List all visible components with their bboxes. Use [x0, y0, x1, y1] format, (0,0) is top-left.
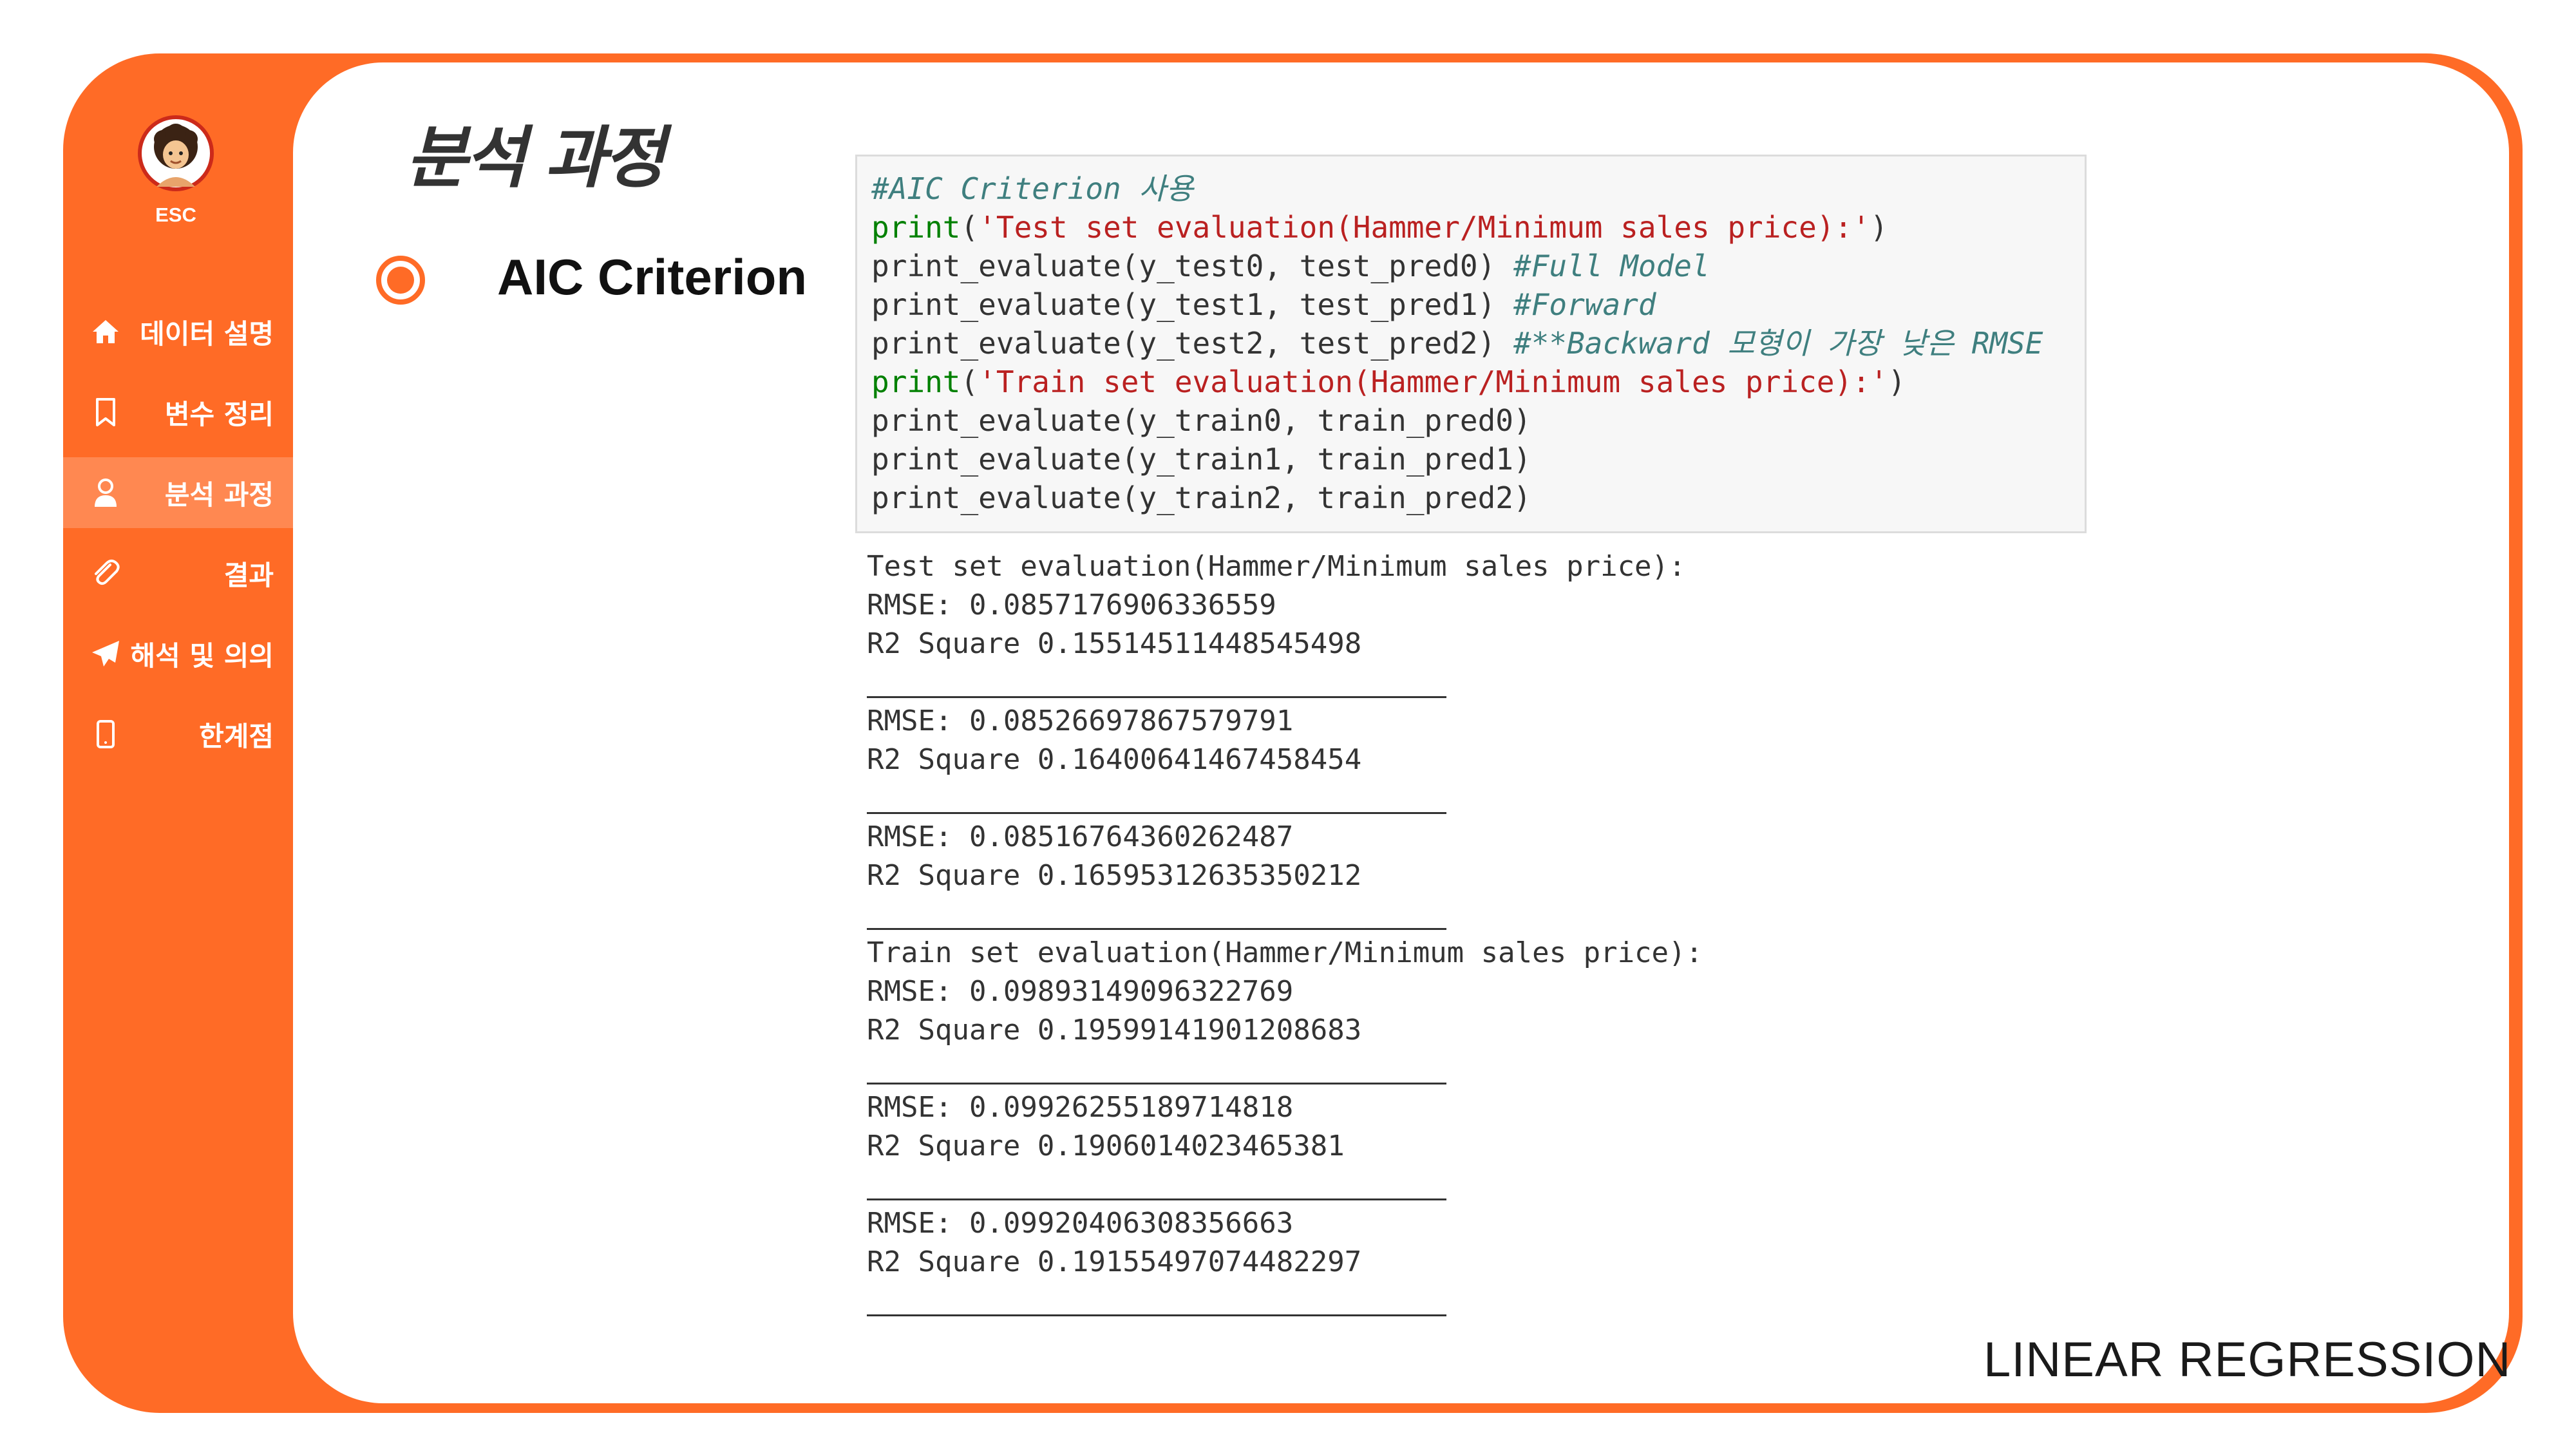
code-line: print('Train set evaluation(Hammer/Minim…	[871, 365, 1906, 399]
output-header: Test set evaluation(Hammer/Minimum sales…	[867, 550, 1686, 583]
output-separator	[867, 1282, 2090, 1320]
output-r2: R2 Square 0.19599141901208683	[867, 1014, 1362, 1046]
sidebar-item-label: 데이터 설명	[140, 317, 274, 350]
code-string: 'Train set evaluation(Hammer/Minimum sal…	[978, 365, 1888, 399]
page-title: 분석 과정	[406, 118, 665, 197]
output-rmse: RMSE: 0.09893149096322769	[867, 975, 1294, 1008]
code-line: print_evaluate(y_test0, test_pred0) #Ful…	[871, 247, 2085, 285]
sidebar-item-analysis[interactable]: 분석 과정	[63, 457, 293, 528]
paperclip-icon	[89, 556, 122, 590]
code-line: print_evaluate(y_train2, train_pred2)	[871, 480, 1531, 515]
user-icon	[89, 476, 122, 509]
section-title: AIC Criterion	[497, 249, 808, 305]
code-comment: #**Backward 모형이 가장 낮은 RMSE	[1513, 326, 2043, 361]
sidebar-item-data-description[interactable]: 데이터 설명	[63, 296, 293, 367]
code-output: Test set evaluation(Hammer/Minimum sales…	[867, 547, 2090, 1320]
code-keyword: print	[871, 210, 961, 245]
sidebar-item-limitations[interactable]: 한계점	[63, 699, 293, 770]
output-r2: R2 Square 0.1906014023465381	[867, 1130, 1345, 1162]
code-cell[interactable]: #AIC Criterion 사용 print('Test set evalua…	[855, 155, 2087, 533]
code-text: print_evaluate(y_test0, test_pred0)	[871, 249, 1513, 283]
code-line: print_evaluate(y_test2, test_pred2) #**B…	[871, 324, 2085, 363]
sidebar-item-results[interactable]: 결과	[63, 538, 293, 609]
output-rmse: RMSE: 0.08516764360262487	[867, 820, 1294, 853]
bullet-icon	[376, 256, 425, 305]
avatar-icon	[138, 115, 214, 191]
code-comment: #AIC Criterion 사용	[871, 171, 1194, 206]
output-separator	[867, 1050, 2090, 1088]
sidebar-item-label: 결과	[223, 559, 274, 591]
home-icon	[89, 315, 122, 348]
output-r2: R2 Square 0.16400641467458454	[867, 743, 1362, 776]
code-comment: #Forward	[1513, 287, 1656, 322]
sidebar-item-variables[interactable]: 변수 정리	[63, 377, 293, 448]
code-line: print_evaluate(y_train1, train_pred1)	[871, 442, 1531, 477]
sidebar-item-label: 분석 과정	[164, 478, 274, 511]
output-r2: R2 Square 0.15514511448545498	[867, 627, 1362, 660]
output-separator	[867, 663, 2090, 702]
footer-title: LINEAR REGRESSION	[1984, 1332, 2512, 1387]
output-r2: R2 Square 0.19155497074482297	[867, 1245, 1362, 1278]
code-line: print_evaluate(y_test1, test_pred1) #For…	[871, 285, 2085, 324]
code-string: 'Test set evaluation(Hammer/Minimum sale…	[978, 210, 1870, 245]
output-rmse: RMSE: 0.09920406308356663	[867, 1207, 1294, 1240]
code-line: print('Test set evaluation(Hammer/Minimu…	[871, 210, 1888, 245]
send-icon	[89, 637, 122, 670]
bookmark-icon	[89, 395, 122, 429]
sidebar-item-label: 해석 및 의의	[130, 639, 274, 672]
code-comment: #Full Model	[1513, 249, 1710, 283]
output-rmse: RMSE: 0.08526697867579791	[867, 705, 1294, 737]
output-r2: R2 Square 0.16595312635350212	[867, 859, 1362, 892]
sidebar-item-interpretation[interactable]: 해석 및 의의	[63, 618, 293, 689]
output-header: Train set evaluation(Hammer/Minimum sale…	[867, 936, 1703, 969]
code-text: print_evaluate(y_test2, test_pred2)	[871, 326, 1513, 361]
code-text: print_evaluate(y_test1, test_pred1)	[871, 287, 1513, 322]
code-line: #AIC Criterion 사용	[871, 169, 2085, 208]
code-keyword: print	[871, 365, 961, 399]
code-line: print_evaluate(y_train0, train_pred0)	[871, 403, 1531, 438]
output-rmse: RMSE: 0.09926255189714818	[867, 1091, 1294, 1124]
output-separator	[867, 1166, 2090, 1204]
sidebar-item-label: 한계점	[199, 720, 274, 752]
output-separator	[867, 779, 2090, 818]
logo-text: ESC	[155, 204, 196, 226]
output-rmse: RMSE: 0.0857176906336559	[867, 589, 1276, 621]
output-separator	[867, 895, 2090, 934]
avatar	[137, 115, 214, 192]
phone-icon	[89, 717, 122, 751]
sidebar-item-label: 변수 정리	[164, 398, 274, 430]
